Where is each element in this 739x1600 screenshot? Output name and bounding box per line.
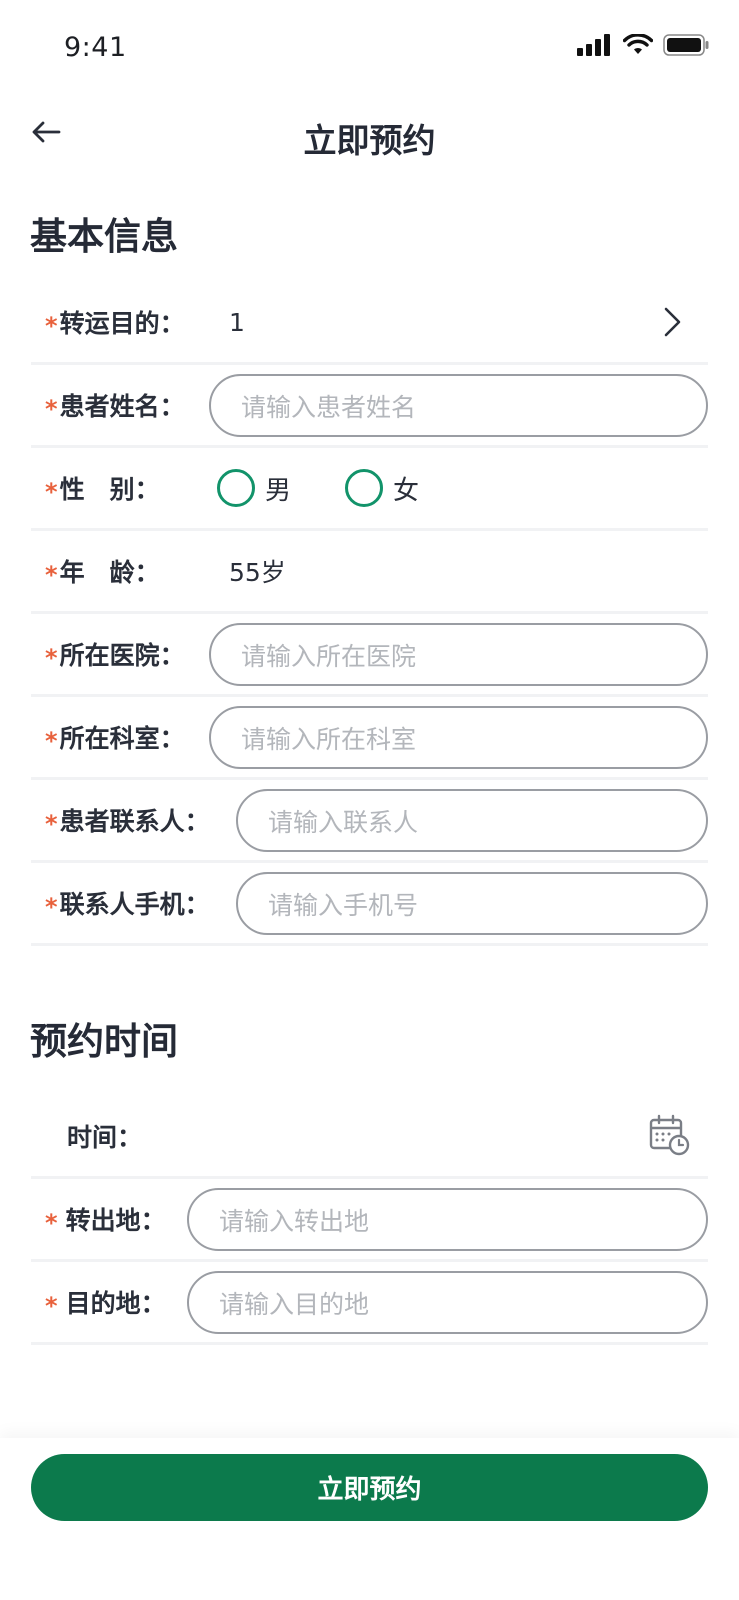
required-mark: * <box>45 478 58 506</box>
gender-label: * 性 别： <box>45 475 160 506</box>
battery-icon <box>663 34 709 56</box>
age-label: * 年 龄： <box>45 558 160 589</box>
transfer-purpose-label: * 转运目的： <box>45 309 185 340</box>
row-patient-name: * 患者姓名： 请输入患者姓名 <box>31 365 708 448</box>
patient-name-label: * 患者姓名： <box>45 392 185 423</box>
gender-radio-male[interactable]: 男 <box>217 448 291 528</box>
nav-bar: 立即预约 <box>0 100 739 176</box>
status-bar: 9:41 <box>0 0 739 100</box>
required-mark: * <box>45 1209 58 1237</box>
row-hospital: * 所在医院： 请输入所在医院 <box>31 614 708 697</box>
contact-input[interactable]: 请输入联系人 <box>236 789 708 852</box>
wifi-icon <box>623 34 653 54</box>
patient-name-input[interactable]: 请输入患者姓名 <box>209 374 708 437</box>
submit-button[interactable]: 立即预约 <box>31 1454 708 1521</box>
contact-phone-label: * 联系人手机： <box>45 890 210 921</box>
required-mark: * <box>45 395 58 423</box>
required-mark: * <box>45 1292 58 1320</box>
department-input[interactable]: 请输入所在科室 <box>209 706 708 769</box>
row-time[interactable]: 时间： <box>31 1096 708 1179</box>
cellular-signal-icon <box>577 34 610 56</box>
destination-input[interactable]: 请输入目的地 <box>187 1271 708 1334</box>
row-contact-phone: * 联系人手机： 请输入手机号 <box>31 863 708 946</box>
required-mark: * <box>45 561 58 589</box>
status-time: 9:41 <box>64 32 127 63</box>
bottom-bar: 立即预约 <box>0 1438 739 1600</box>
required-mark: * <box>45 727 58 755</box>
page-title: 立即预约 <box>303 121 436 160</box>
required-mark: * <box>45 810 58 838</box>
time-label: 时间： <box>67 1123 143 1152</box>
row-transfer-purpose[interactable]: * 转运目的： 1 <box>31 282 708 365</box>
department-label: * 所在科室： <box>45 724 185 755</box>
origin-label: * 转出地： <box>45 1206 166 1237</box>
row-department: * 所在科室： 请输入所在科室 <box>31 697 708 780</box>
row-destination: * 目的地： 请输入目的地 <box>31 1262 708 1345</box>
row-origin: * 转出地： 请输入转出地 <box>31 1179 708 1262</box>
row-gender: * 性 别： 男 女 <box>31 448 708 531</box>
contact-phone-input[interactable]: 请输入手机号 <box>236 872 708 935</box>
required-mark: * <box>45 312 58 340</box>
radio-circle-icon <box>217 469 255 507</box>
row-age: * 年 龄： 55岁 <box>31 531 708 614</box>
required-mark: * <box>45 893 58 921</box>
origin-input[interactable]: 请输入转出地 <box>187 1188 708 1251</box>
age-value: 55岁 <box>229 558 286 587</box>
required-mark: * <box>45 644 58 672</box>
destination-label: * 目的地： <box>45 1289 166 1320</box>
gender-radio-female[interactable]: 女 <box>345 448 419 528</box>
section-title-schedule: 预约时间 <box>30 1020 178 1063</box>
chevron-right-icon[interactable] <box>654 304 690 340</box>
status-icons <box>577 34 709 56</box>
transfer-purpose-value: 1 <box>229 307 245 337</box>
contact-label: * 患者联系人： <box>45 807 210 838</box>
row-contact: * 患者联系人： 请输入联系人 <box>31 780 708 863</box>
section-title-basic-info: 基本信息 <box>30 215 178 258</box>
hospital-input[interactable]: 请输入所在医院 <box>209 623 708 686</box>
calendar-clock-icon[interactable] <box>648 1114 690 1156</box>
radio-circle-icon <box>345 469 383 507</box>
hospital-label: * 所在医院： <box>45 641 185 672</box>
